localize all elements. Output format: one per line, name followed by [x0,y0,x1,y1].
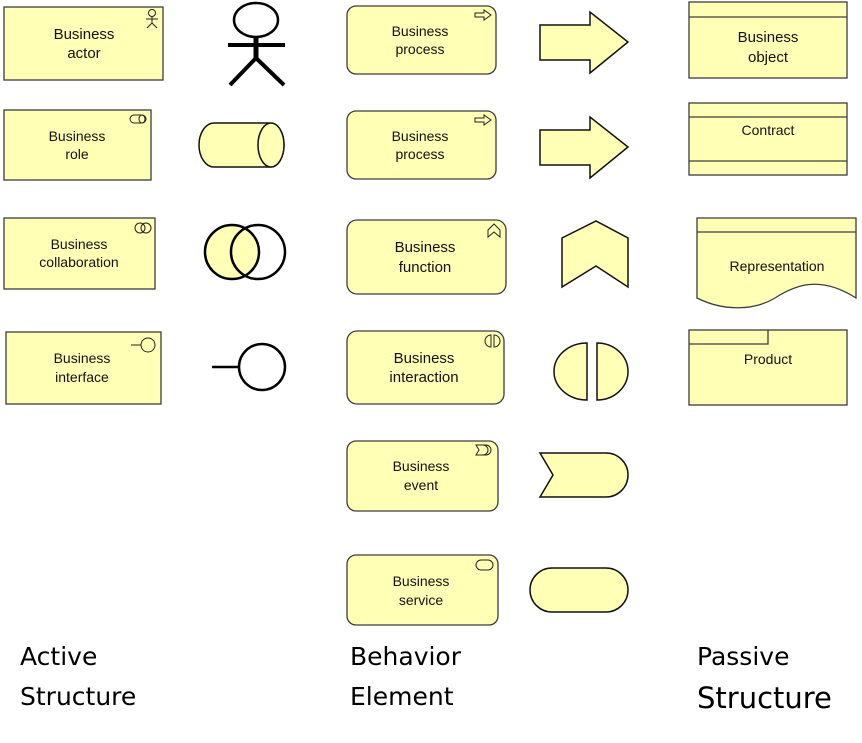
label-line2: interaction [389,369,458,386]
business-collaboration-box[interactable]: Business collaboration [3,217,156,290]
label: Product [744,351,792,367]
actor-notation-icon [228,1,286,87]
label-line1: Business [738,29,799,46]
event-shape-icon [538,452,629,498]
business-function-box[interactable]: Business function [346,219,507,295]
label-line2: function [399,259,452,276]
label-line2: service [399,592,444,608]
label-line2: collaboration [39,254,118,270]
service-shape-icon [529,567,629,613]
process-arrow-icon [539,10,630,75]
business-interaction-box[interactable]: Business interaction [346,330,505,405]
label-line1: Business [393,458,450,474]
product-box[interactable]: Product [688,329,848,406]
label-line2: event [404,477,438,493]
archimate-business-layer-diagram: Business actor Business role Business co… [3,1,857,715]
label-line1: Business [54,350,111,366]
label-line1: Business [54,26,115,43]
function-chevron-icon [561,220,629,289]
process-arrow-icon [539,115,630,180]
label: Contract [742,122,795,138]
label-line1: Business [392,128,449,144]
caption-passive-line1: Passive [697,642,789,671]
label-line1: Business [392,23,449,39]
business-process-box-2[interactable]: Business process [346,110,497,180]
business-actor-box[interactable]: Business actor [3,6,164,81]
label-line2: interface [55,369,109,385]
label-line2: process [395,41,444,57]
label-line2: object [748,49,789,66]
contract-box[interactable]: Contract [688,102,848,176]
caption-active-line1: Active [20,642,97,671]
label-line1: Business [49,128,106,144]
representation-box[interactable]: Representation [696,217,857,309]
caption-behavior-line1: Behavior [350,642,462,671]
business-event-box[interactable]: Business event [346,440,499,512]
collaboration-circles-icon [203,223,287,281]
caption-behavior-line2: Element [350,682,454,711]
label-line1: Business [395,239,456,256]
label-line1: Business [51,236,108,252]
business-process-box[interactable]: Business process [346,5,497,75]
interface-lollipop-icon [212,342,287,392]
caption-active-line2: Structure [20,682,136,711]
label-line2: actor [67,45,100,62]
business-interface-box[interactable]: Business interface [5,331,162,405]
label: Representation [730,258,825,274]
label-line2: process [395,146,444,162]
label-line1: Business [393,573,450,589]
business-service-box[interactable]: Business service [346,554,499,626]
business-object-box[interactable]: Business object [688,1,848,79]
business-role-box[interactable]: Business role [3,109,152,181]
caption-passive-line2: Structure [697,681,832,715]
interaction-halves-icon [553,342,629,401]
label-line1: Business [394,350,455,367]
role-cylinder-icon [198,122,285,168]
label-line2: role [65,146,89,162]
